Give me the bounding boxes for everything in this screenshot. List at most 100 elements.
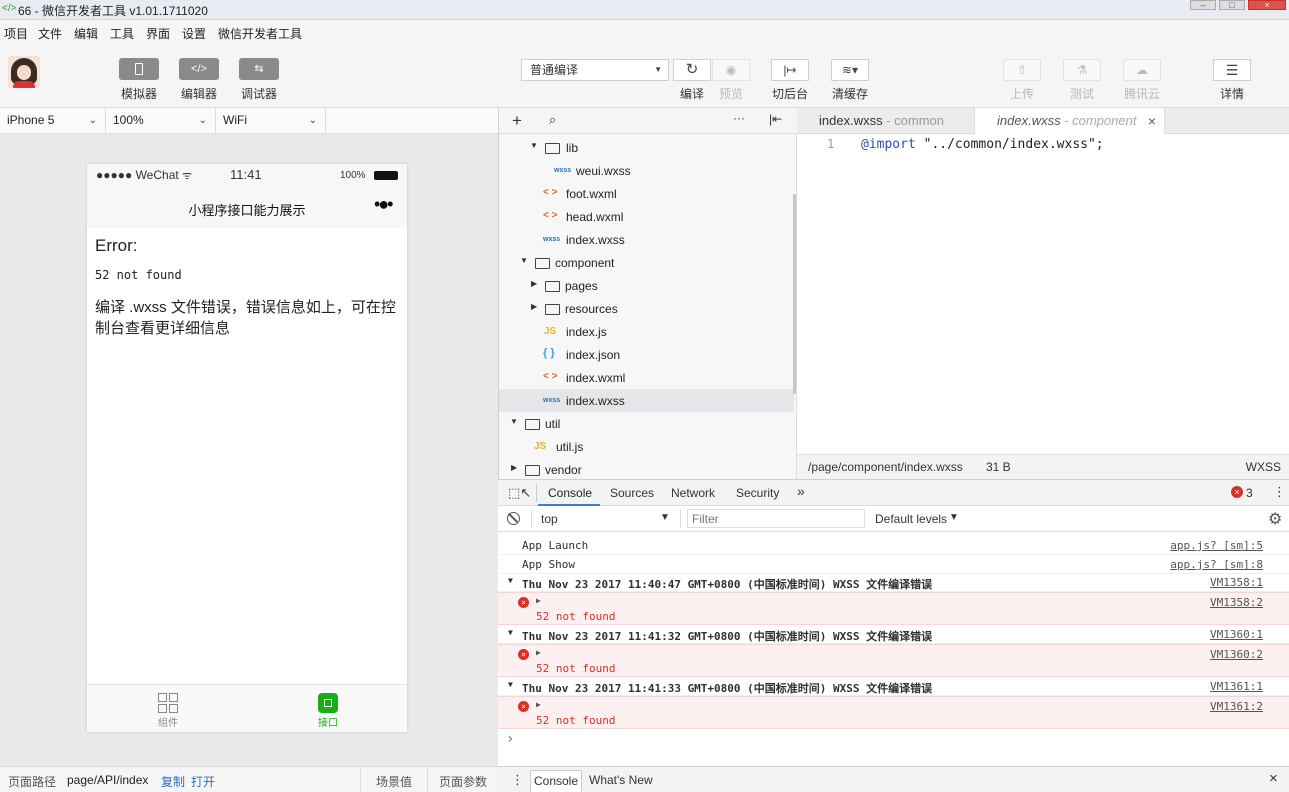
code-editor[interactable]: 1 @import "../common/index.wxss";: [797, 134, 1289, 454]
details-button[interactable]: ☰: [1213, 59, 1251, 81]
caret-right-icon[interactable]: ▶: [536, 700, 541, 709]
tree-item-pages[interactable]: ▶ pages: [499, 274, 794, 297]
console-prompt[interactable]: ›: [506, 731, 514, 747]
minimize-button[interactable]: –: [1190, 0, 1216, 10]
scene-value-button[interactable]: 场景值: [376, 773, 412, 790]
search-icon[interactable]: ⌕: [549, 112, 556, 128]
log-source-link[interactable]: VM1360:1: [1210, 628, 1263, 641]
menu-tools[interactable]: 工具: [110, 25, 134, 42]
drawer-tab-whats-new[interactable]: What's New: [589, 773, 653, 787]
tab-network[interactable]: Network: [671, 486, 715, 500]
tree-item-util-js[interactable]: JS util.js: [499, 435, 794, 458]
menu-edit[interactable]: 编辑: [74, 25, 98, 42]
tree-item-index-json[interactable]: { } index.json: [499, 343, 794, 366]
page-params-button[interactable]: 页面参数: [439, 773, 487, 790]
zoom-select[interactable]: 100% ⌄: [106, 108, 216, 134]
simulator-toggle-button[interactable]: [119, 58, 159, 80]
close-drawer-icon[interactable]: ×: [1269, 770, 1278, 787]
avatar[interactable]: [8, 56, 40, 88]
network-select[interactable]: WiFi ⌄: [216, 108, 326, 134]
file-tree-scrollbar[interactable]: [793, 194, 796, 394]
compile-button[interactable]: ↻: [673, 59, 711, 81]
kebab-menu-icon[interactable]: ⋮: [1273, 484, 1286, 500]
menu-view[interactable]: 界面: [146, 25, 170, 42]
tree-item-resources[interactable]: ▶ resources: [499, 297, 794, 320]
add-file-icon[interactable]: +: [512, 111, 522, 131]
upload-button[interactable]: ⇧: [1003, 59, 1041, 81]
phone-screen[interactable]: ●●●●● WeChat ᯤ 11:41 100% 小程序接口能力展示 •●• …: [87, 164, 407, 732]
copy-path-link[interactable]: 复制: [161, 773, 185, 790]
language-mode[interactable]: WXSS: [1246, 460, 1281, 474]
log-source-link[interactable]: VM1361:2: [1210, 700, 1263, 713]
tab-index-wxss-common[interactable]: index.wxss - common: [797, 108, 975, 134]
gear-icon[interactable]: ⚙: [1268, 509, 1282, 529]
console-group-row[interactable]: ▼ Thu Nov 23 2017 11:40:47 GMT+0800 (中国标…: [498, 574, 1289, 592]
menu-file[interactable]: 文件: [38, 25, 62, 42]
maximize-button[interactable]: □: [1219, 0, 1245, 10]
more-options-icon[interactable]: ···: [733, 111, 745, 125]
preview-button[interactable]: ◉: [712, 59, 750, 81]
clear-cache-button[interactable]: ≋▾: [831, 59, 869, 81]
caret-right-icon[interactable]: ▶: [536, 596, 541, 605]
close-tab-icon[interactable]: ×: [1148, 108, 1156, 134]
tree-item-util[interactable]: ▼ util: [499, 412, 794, 435]
open-path-link[interactable]: 打开: [191, 773, 215, 790]
console-output[interactable]: App Launch app.js? [sm]:5 App Show app.j…: [498, 532, 1289, 766]
console-group-row[interactable]: ▼ Thu Nov 23 2017 11:41:32 GMT+0800 (中国标…: [498, 626, 1289, 644]
more-tabs-icon[interactable]: »: [797, 483, 805, 499]
menu-wechat-devtools[interactable]: 微信开发者工具: [218, 25, 302, 42]
tab-index-wxss-component[interactable]: index.wxss - component ×: [975, 108, 1165, 134]
device-model-select[interactable]: iPhone 5 ⌄: [0, 108, 106, 134]
caret-down-icon[interactable]: ▼: [660, 512, 670, 523]
tree-item-weui-wxss[interactable]: wxss weui.wxss: [499, 159, 794, 182]
tree-item-component[interactable]: ▼ component: [499, 251, 794, 274]
tree-item-index-js[interactable]: JS index.js: [499, 320, 794, 343]
menu-project[interactable]: 项目: [4, 25, 28, 42]
compile-mode-select[interactable]: 普通编译 ▼: [521, 59, 669, 81]
context-select-value[interactable]: top: [541, 512, 558, 526]
log-source-link[interactable]: app.js? [sm]:8: [1170, 558, 1263, 571]
log-source-link[interactable]: app.js? [sm]:5: [1170, 539, 1263, 552]
js-file-icon: JS: [544, 326, 557, 337]
collapse-panel-icon[interactable]: |⇤: [769, 112, 782, 126]
log-source-link[interactable]: VM1361:1: [1210, 680, 1263, 693]
kebab-menu-icon[interactable]: ⋮: [511, 772, 524, 788]
debugger-toggle-button[interactable]: ⇆: [239, 58, 279, 80]
tree-item-index-wxss[interactable]: wxss index.wxss: [499, 228, 794, 251]
tab-security[interactable]: Security: [736, 486, 779, 500]
log-source-link[interactable]: VM1360:2: [1210, 648, 1263, 661]
upload-label: 上传: [1009, 87, 1034, 101]
error-count[interactable]: 3: [1246, 486, 1253, 500]
tree-item-index-wxml[interactable]: < > index.wxml: [499, 366, 794, 389]
caret-right-icon[interactable]: ▶: [536, 648, 541, 657]
tab-api[interactable]: 接口: [303, 693, 353, 729]
log-levels-select[interactable]: Default levels: [875, 512, 947, 526]
drawer-tab-console[interactable]: Console: [530, 770, 582, 792]
console-group-row[interactable]: ▼ Thu Nov 23 2017 11:41:33 GMT+0800 (中国标…: [498, 678, 1289, 696]
more-dots-icon[interactable]: •●•: [374, 194, 394, 215]
clear-console-icon[interactable]: [507, 512, 520, 525]
test-button[interactable]: ⚗: [1063, 59, 1101, 81]
tencent-cloud-button[interactable]: ☁: [1123, 59, 1161, 81]
tab-filename: index.wxss: [997, 113, 1061, 128]
tab-console[interactable]: Console: [548, 486, 592, 500]
background-button[interactable]: |↦: [771, 59, 809, 81]
simulator-area: ●●●●● WeChat ᯤ 11:41 100% 小程序接口能力展示 •●• …: [0, 134, 498, 766]
tree-item-index-wxss-selected[interactable]: wxss index.wxss: [499, 389, 794, 412]
tree-item-head-wxml[interactable]: < > head.wxml: [499, 205, 794, 228]
console-filter-input[interactable]: [687, 509, 865, 528]
tree-item-foot-wxml[interactable]: < > foot.wxml: [499, 182, 794, 205]
tab-sources[interactable]: Sources: [610, 486, 654, 500]
inspect-element-icon[interactable]: ⬚↖: [508, 485, 531, 501]
tree-item-vendor[interactable]: ▶ vendor: [499, 458, 794, 479]
test-label: 测试: [1069, 87, 1094, 101]
close-window-button[interactable]: ×: [1248, 0, 1286, 10]
tab-component[interactable]: 组件: [143, 693, 193, 729]
log-source-link[interactable]: VM1358:2: [1210, 596, 1263, 609]
editor-toggle-button[interactable]: </>: [179, 58, 219, 80]
tree-item-lib[interactable]: ▼ lib: [499, 136, 794, 159]
menu-settings[interactable]: 设置: [182, 25, 206, 42]
json-file-icon: { }: [543, 347, 555, 359]
error-title: Error:: [95, 236, 138, 255]
log-source-link[interactable]: VM1358:1: [1210, 576, 1263, 589]
